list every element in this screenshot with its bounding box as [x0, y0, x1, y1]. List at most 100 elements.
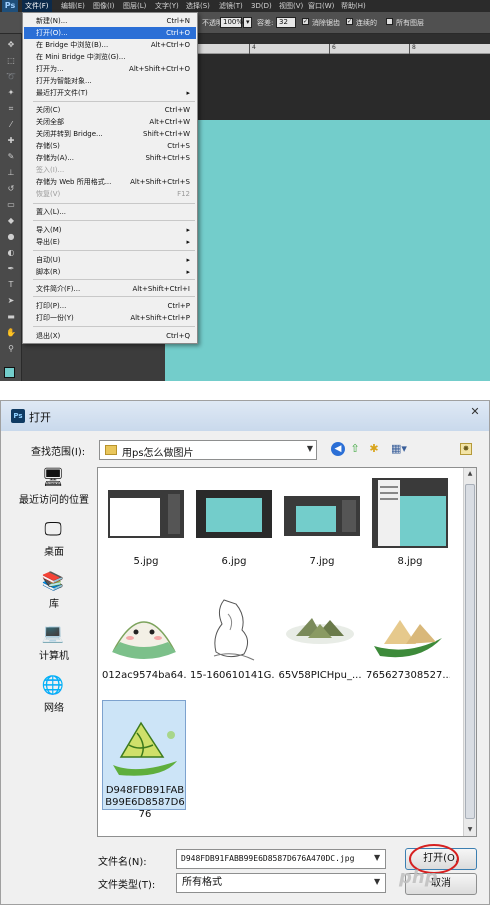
- opacity-dropdown[interactable]: ▾: [243, 17, 252, 28]
- menu-item[interactable]: 帮助(H): [338, 0, 369, 12]
- menu-separator: [33, 220, 195, 221]
- healing-tool-icon[interactable]: ✚: [5, 136, 17, 146]
- file-item[interactable]: 15-160610141G...: [190, 586, 274, 696]
- file-menu-item[interactable]: 恢复(V) F12: [24, 188, 196, 200]
- contiguous-label: 连续的: [356, 19, 377, 27]
- tolerance-field[interactable]: 32: [276, 17, 296, 28]
- menu-item[interactable]: 文件(F): [22, 0, 52, 12]
- magic-wand-tool-icon[interactable]: ✦: [5, 88, 17, 98]
- zoom-tool-icon[interactable]: ⚲: [5, 344, 17, 354]
- file-menu-item[interactable]: 打印一份(Y) Alt+Shift+Ctrl+P: [24, 312, 196, 324]
- blur-tool-icon[interactable]: ●: [5, 232, 17, 242]
- file-menu-item[interactable]: 导出(E) ▸: [24, 236, 196, 248]
- menu-item[interactable]: 图层(L): [120, 0, 149, 12]
- file-menu-item[interactable]: 置入(L)...: [24, 206, 196, 218]
- file-item[interactable]: 8.jpg: [368, 472, 452, 582]
- file-item[interactable]: 65V58PICHpu_...: [278, 586, 362, 696]
- file-menu-item[interactable]: 退出(X) Ctrl+Q: [24, 330, 196, 342]
- file-menu-item[interactable]: 新建(N)... Ctrl+N: [24, 15, 196, 27]
- file-menu-item[interactable]: 打开(O)... Ctrl+O: [24, 27, 196, 39]
- menu-item[interactable]: 编辑(E): [58, 0, 88, 12]
- foreground-color-swatch[interactable]: [4, 367, 15, 378]
- filename-input[interactable]: D948FDB91FABB99E6D8587D676A470DC.jpg: [176, 849, 386, 869]
- file-item[interactable]: 5.jpg: [104, 472, 188, 582]
- look-in-value: 用ps怎么做图片: [122, 448, 194, 459]
- type-tool-icon[interactable]: T: [5, 280, 17, 290]
- move-tool-icon[interactable]: ✥: [5, 40, 17, 50]
- file-menu-item[interactable]: 最近打开文件(T) ▸: [24, 87, 196, 99]
- file-menu-item[interactable]: 签入(I)...: [24, 164, 196, 176]
- view-menu-icon[interactable]: ▦▾: [388, 442, 410, 456]
- pen-tool-icon[interactable]: ✒: [5, 264, 17, 274]
- contiguous-checkbox[interactable]: ✓: [346, 18, 353, 25]
- paint-bucket-tool-icon[interactable]: ◆: [5, 216, 17, 226]
- scroll-down-icon[interactable]: ▼: [464, 824, 476, 836]
- file-thumbnail: [196, 476, 272, 552]
- file-menu-item[interactable]: 打开为... Alt+Shift+Ctrl+O: [24, 63, 196, 75]
- place-item[interactable]: 🌐 网络: [13, 675, 95, 725]
- ps-canvas[interactable]: [165, 120, 490, 381]
- file-menu-item[interactable]: 打印(P)... Ctrl+P: [24, 300, 196, 312]
- stamp-tool-icon[interactable]: ⊥: [5, 168, 17, 178]
- file-item[interactable]: 012ac9574ba64...: [102, 586, 186, 696]
- file-item[interactable]: D948FDB91FABB99E6D8587D676: [102, 700, 186, 820]
- opacity-field[interactable]: 100%: [220, 17, 243, 28]
- menu-item-shortcut: Shift+Ctrl+W: [142, 130, 190, 138]
- place-item[interactable]: 🖥 最近访问的位置: [13, 467, 95, 517]
- shape-tool-icon[interactable]: ▬: [5, 312, 17, 322]
- lasso-tool-icon[interactable]: ➰: [5, 72, 17, 82]
- file-menu-item[interactable]: 文件简介(F)... Alt+Shift+Ctrl+I: [24, 283, 196, 295]
- file-menu-item[interactable]: 导入(M) ▸: [24, 224, 196, 236]
- file-menu-item[interactable]: 打开为智能对象...: [24, 75, 196, 87]
- dodge-tool-icon[interactable]: ◐: [5, 248, 17, 258]
- brush-tool-icon[interactable]: ✎: [5, 152, 17, 162]
- look-in-label: 查找范围(I):: [31, 447, 86, 458]
- file-menu-item[interactable]: 存储为 Web 所用格式... Alt+Shift+Ctrl+S: [24, 176, 196, 188]
- place-item[interactable]: 🖵 桌面: [13, 519, 95, 569]
- hand-tool-icon[interactable]: ✋: [5, 328, 17, 338]
- menu-item-label: 关闭(C): [36, 106, 61, 114]
- menu-item[interactable]: 滤镜(T): [216, 0, 246, 12]
- file-menu-item[interactable]: 在 Mini Bridge 中浏览(G)...: [24, 51, 196, 63]
- marquee-tool-icon[interactable]: ⬚: [5, 56, 17, 66]
- up-folder-icon[interactable]: ⇧: [348, 442, 362, 456]
- close-icon[interactable]: ✕: [467, 405, 483, 419]
- file-menu-item[interactable]: 存储为(A)... Shift+Ctrl+S: [24, 152, 196, 164]
- file-menu-item[interactable]: 脚本(R) ▸: [24, 266, 196, 278]
- file-item[interactable]: 765627308527...: [366, 586, 450, 696]
- scrollbar-thumb[interactable]: [465, 484, 475, 819]
- back-icon[interactable]: ◀: [331, 442, 345, 456]
- menu-item[interactable]: 图像(I): [90, 0, 118, 12]
- history-brush-tool-icon[interactable]: ↺: [5, 184, 17, 194]
- file-item[interactable]: 6.jpg: [192, 472, 276, 582]
- crop-tool-icon[interactable]: ⌗: [5, 104, 17, 114]
- folder-icon: [105, 445, 117, 455]
- menu-item[interactable]: 文字(Y): [152, 0, 182, 12]
- filetype-select[interactable]: 所有格式: [176, 873, 386, 893]
- chevron-down-icon[interactable]: ▼: [374, 853, 380, 862]
- place-item[interactable]: 📚 库: [13, 571, 95, 621]
- new-folder-icon[interactable]: ✱: [367, 442, 381, 456]
- menu-item[interactable]: 3D(D): [248, 0, 275, 12]
- menu-item[interactable]: 视图(V): [276, 0, 306, 12]
- antialias-checkbox[interactable]: ✓: [302, 18, 309, 25]
- vertical-scrollbar[interactable]: ▲ ▼: [463, 468, 476, 836]
- eraser-tool-icon[interactable]: ▭: [5, 200, 17, 210]
- look-in-dropdown[interactable]: 用ps怎么做图片 ▼: [99, 440, 317, 460]
- preview-icon[interactable]: ✸: [460, 443, 472, 455]
- file-menu-item[interactable]: 关闭(C) Ctrl+W: [24, 104, 196, 116]
- file-menu-item[interactable]: 存储(S) Ctrl+S: [24, 140, 196, 152]
- file-menu-item[interactable]: 在 Bridge 中浏览(B)... Alt+Ctrl+O: [24, 39, 196, 51]
- file-item[interactable]: 7.jpg: [280, 472, 364, 582]
- place-item[interactable]: 💻 计算机: [13, 623, 95, 673]
- menu-item[interactable]: 窗口(W): [305, 0, 337, 12]
- chevron-down-icon[interactable]: ▼: [374, 877, 380, 886]
- file-menu-item[interactable]: 自动(U) ▸: [24, 254, 196, 266]
- menu-item[interactable]: 选择(S): [183, 0, 213, 12]
- file-menu-item[interactable]: 关闭并转到 Bridge... Shift+Ctrl+W: [24, 128, 196, 140]
- eyedropper-tool-icon[interactable]: ⁄: [5, 120, 17, 130]
- scroll-up-icon[interactable]: ▲: [464, 468, 476, 480]
- path-select-tool-icon[interactable]: ➤: [5, 296, 17, 306]
- file-menu-item[interactable]: 关闭全部 Alt+Ctrl+W: [24, 116, 196, 128]
- all-layers-checkbox[interactable]: [386, 18, 393, 25]
